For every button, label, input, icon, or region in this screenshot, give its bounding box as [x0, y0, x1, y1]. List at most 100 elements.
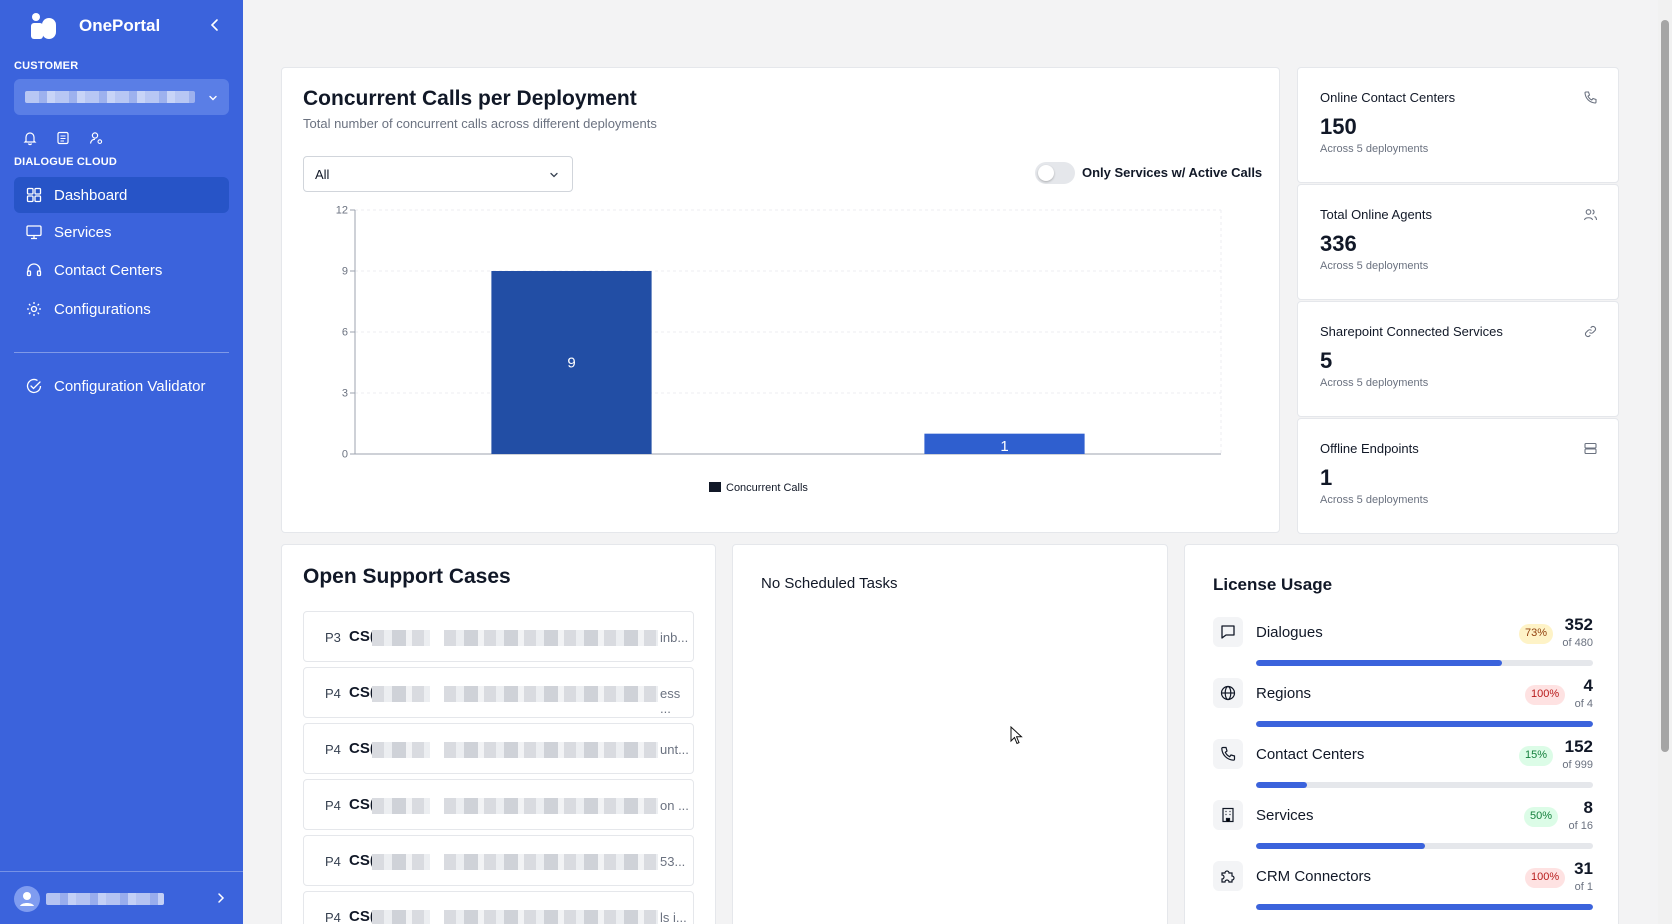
chat-icon — [1213, 617, 1243, 647]
bar-data-label: 1 — [1000, 438, 1008, 455]
link-icon — [1583, 324, 1598, 339]
case-id-redacted — [372, 910, 430, 924]
chart-subtitle: Total number of concurrent calls across … — [303, 116, 657, 131]
license-progress-fill — [1256, 721, 1593, 727]
user-name-redacted — [46, 893, 164, 905]
user-menu[interactable] — [0, 871, 243, 924]
case-subject-redacted — [444, 910, 658, 924]
case-id: CS( — [349, 852, 375, 869]
case-id-redacted — [372, 798, 430, 814]
license-total: of 480 — [1562, 637, 1593, 649]
stat-sub: Across 5 deployments — [1320, 143, 1429, 155]
case-id-redacted — [372, 630, 430, 646]
no-tasks-text: No Scheduled Tasks — [761, 575, 898, 592]
case-priority: P3 — [325, 630, 341, 645]
customer-name-redacted — [25, 91, 195, 103]
license-used: 31 — [1574, 859, 1593, 878]
nav-label: Configurations — [54, 300, 151, 318]
case-id: CS( — [349, 740, 375, 757]
active-calls-toggle[interactable] — [1035, 162, 1075, 184]
license-progress-fill — [1256, 660, 1502, 666]
license-progress-fill — [1256, 904, 1593, 910]
license-progress-track — [1256, 904, 1593, 910]
case-subject-redacted — [444, 686, 658, 702]
cases-title: Open Support Cases — [303, 565, 511, 588]
license-used: 352 — [1564, 615, 1593, 634]
stat-title: Sharepoint Connected Services — [1320, 324, 1503, 339]
case-row[interactable]: P3 CS( inb... — [303, 611, 694, 662]
license-progress-fill — [1256, 782, 1307, 788]
y-tick-label: 6 — [342, 327, 348, 339]
users-icon — [1583, 207, 1598, 222]
nav-label: Contact Centers — [54, 261, 163, 279]
license-percent-badge: 100% — [1525, 685, 1566, 705]
user-settings-icon[interactable] — [88, 130, 104, 146]
brand-name: OnePortal — [79, 16, 161, 35]
case-subject-redacted — [444, 742, 658, 758]
page-scrollbar[interactable] — [1658, 0, 1672, 924]
stat-card-total-online-agents: Total Online Agents 336 Across 5 deploym… — [1297, 184, 1619, 300]
case-subject-tail: ls i... — [660, 910, 687, 924]
license-total: of 1 — [1574, 881, 1593, 893]
mouse-cursor-icon — [1010, 726, 1023, 745]
case-row[interactable]: P4 CS( ls i... — [303, 891, 694, 924]
license-progress-track — [1256, 721, 1593, 727]
case-id: CS( — [349, 628, 375, 645]
nav-label: Services — [54, 223, 112, 241]
stat-value: 1 — [1320, 465, 1333, 490]
deployment-dropdown[interactable]: All — [303, 156, 573, 192]
license-name: Contact Centers — [1256, 746, 1365, 763]
concurrent-calls-chart: 0 3 6 9 12 9 1 Concurrent Calls — [336, 205, 1222, 494]
case-id: CS( — [349, 908, 375, 924]
case-subject-tail: inb... — [660, 630, 689, 645]
case-priority: P4 — [325, 854, 341, 869]
case-id-redacted — [372, 854, 430, 870]
license-row-regions: Regions 100% 4 of 4 — [1213, 676, 1593, 736]
license-total: of 4 — [1574, 698, 1593, 710]
y-tick-label: 3 — [342, 388, 348, 400]
license-progress-track — [1256, 660, 1593, 666]
concurrent-calls-card: Concurrent Calls per Deployment Total nu… — [281, 67, 1280, 533]
nav-item-dashboard[interactable]: Dashboard — [14, 177, 229, 213]
customer-select[interactable] — [14, 79, 229, 115]
brand[interactable]: OnePortal — [28, 12, 160, 40]
case-row[interactable]: P4 CS( ess ... — [303, 667, 694, 718]
collapse-sidebar-icon[interactable] — [206, 16, 224, 34]
nav-item-configuration-validator[interactable]: Configuration Validator — [14, 368, 229, 404]
sidebar: OnePortal CUSTOMER DIALOGUE CLOUD Dashbo… — [0, 0, 243, 924]
scrollbar-thumb[interactable] — [1661, 20, 1669, 752]
puzzle-icon — [1213, 861, 1243, 891]
license-name: Dialogues — [1256, 624, 1323, 641]
bar-data-label: 9 — [567, 355, 575, 372]
chart-title: Concurrent Calls per Deployment — [303, 87, 637, 110]
case-row[interactable]: P4 CS( 53... — [303, 835, 694, 886]
license-total: of 999 — [1562, 759, 1593, 771]
stat-title: Online Contact Centers — [1320, 90, 1456, 105]
nav-item-configurations[interactable]: Configurations — [14, 291, 229, 327]
server-icon — [1583, 441, 1598, 456]
license-percent-badge: 100% — [1525, 868, 1566, 888]
bell-icon[interactable] — [22, 130, 38, 146]
license-row-dialogues: Dialogues 73% 352 of 480 — [1213, 615, 1593, 675]
license-progress-track — [1256, 843, 1593, 849]
case-row[interactable]: P4 CS( unt... — [303, 723, 694, 774]
license-row-crm-connectors: CRM Connectors 100% 31 of 1 — [1213, 859, 1593, 919]
stat-title: Total Online Agents — [1320, 207, 1433, 222]
case-priority: P4 — [325, 742, 341, 757]
case-row[interactable]: P4 CS( on ... — [303, 779, 694, 830]
case-subject-tail: on ... — [660, 798, 689, 813]
list-icon[interactable] — [55, 130, 71, 146]
case-subject-redacted — [444, 854, 658, 870]
phone-icon — [1213, 739, 1243, 769]
license-name: CRM Connectors — [1256, 868, 1372, 885]
nav-item-contact-centers[interactable]: Contact Centers — [14, 252, 229, 288]
stat-sub: Across 5 deployments — [1320, 494, 1429, 506]
stat-title: Offline Endpoints — [1320, 441, 1419, 456]
stat-card-offline-endpoints: Offline Endpoints 1 Across 5 deployments — [1297, 418, 1619, 534]
license-title: License Usage — [1213, 575, 1333, 594]
license-percent-badge: 50% — [1524, 807, 1559, 827]
nav-item-services[interactable]: Services — [14, 214, 229, 250]
license-percent-badge: 15% — [1519, 746, 1554, 766]
license-percent-badge: 73% — [1519, 624, 1554, 644]
case-subject-redacted — [444, 798, 658, 814]
